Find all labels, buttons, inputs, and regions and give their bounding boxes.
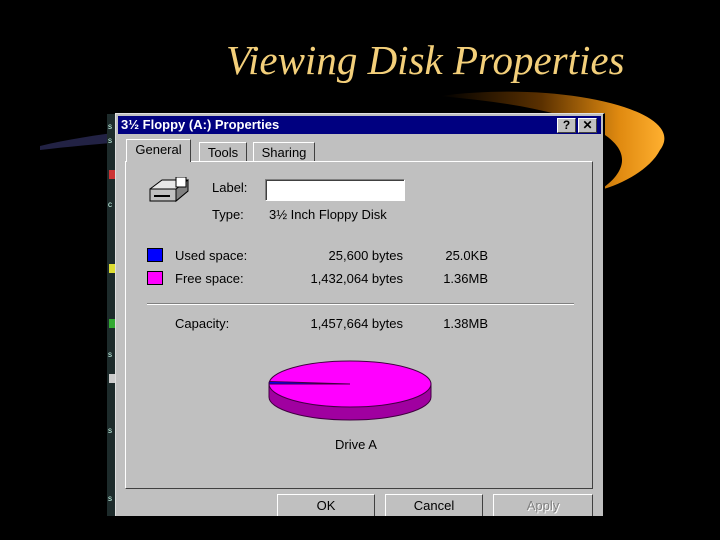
general-tab-panel: Label: Type: 3½ Inch Floppy Disk Used sp…	[125, 161, 593, 489]
close-button[interactable]: ✕	[578, 118, 597, 133]
label-caption: Label:	[212, 180, 248, 195]
capacity-caption: Capacity:	[175, 316, 230, 331]
help-button[interactable]: ?	[557, 118, 576, 133]
label-input[interactable]	[265, 179, 405, 201]
free-space-bytes: 1,432,064 bytes	[310, 271, 403, 286]
free-space-size: 1.36MB	[443, 271, 488, 286]
ok-button[interactable]: OK	[277, 494, 375, 516]
free-space-swatch	[147, 271, 163, 285]
help-icon: ?	[562, 118, 571, 132]
type-value: 3½ Inch Floppy Disk	[269, 207, 387, 222]
used-space-swatch	[147, 248, 163, 262]
window-title: 3½ Floppy (A:) Properties	[121, 117, 280, 132]
disk-usage-pie	[268, 360, 432, 421]
tab-tools[interactable]: Tools	[199, 142, 247, 161]
capacity-size: 1.38MB	[443, 316, 488, 331]
slide-title: Viewing Disk Properties	[226, 37, 625, 83]
tab-general[interactable]: General	[126, 139, 191, 162]
properties-dialog: 3½ Floppy (A:) Properties ? ✕ General To…	[115, 113, 605, 516]
pie-caption: Drive A	[335, 437, 377, 452]
window-titlebar[interactable]: 3½ Floppy (A:) Properties ? ✕	[118, 116, 601, 134]
cancel-button[interactable]: Cancel	[385, 494, 483, 516]
used-space-bytes: 25,600 bytes	[328, 248, 403, 263]
apply-button[interactable]: Apply	[493, 494, 593, 516]
tab-sharing[interactable]: Sharing	[253, 142, 315, 161]
close-icon: ✕	[582, 118, 593, 132]
divider	[147, 303, 574, 305]
type-caption: Type:	[212, 207, 244, 222]
used-space-caption: Used space:	[175, 248, 248, 263]
capacity-bytes: 1,457,664 bytes	[310, 316, 403, 331]
floppy-drive-icon	[149, 177, 189, 203]
used-space-size: 25.0KB	[445, 248, 488, 263]
free-space-caption: Free space:	[175, 271, 244, 286]
